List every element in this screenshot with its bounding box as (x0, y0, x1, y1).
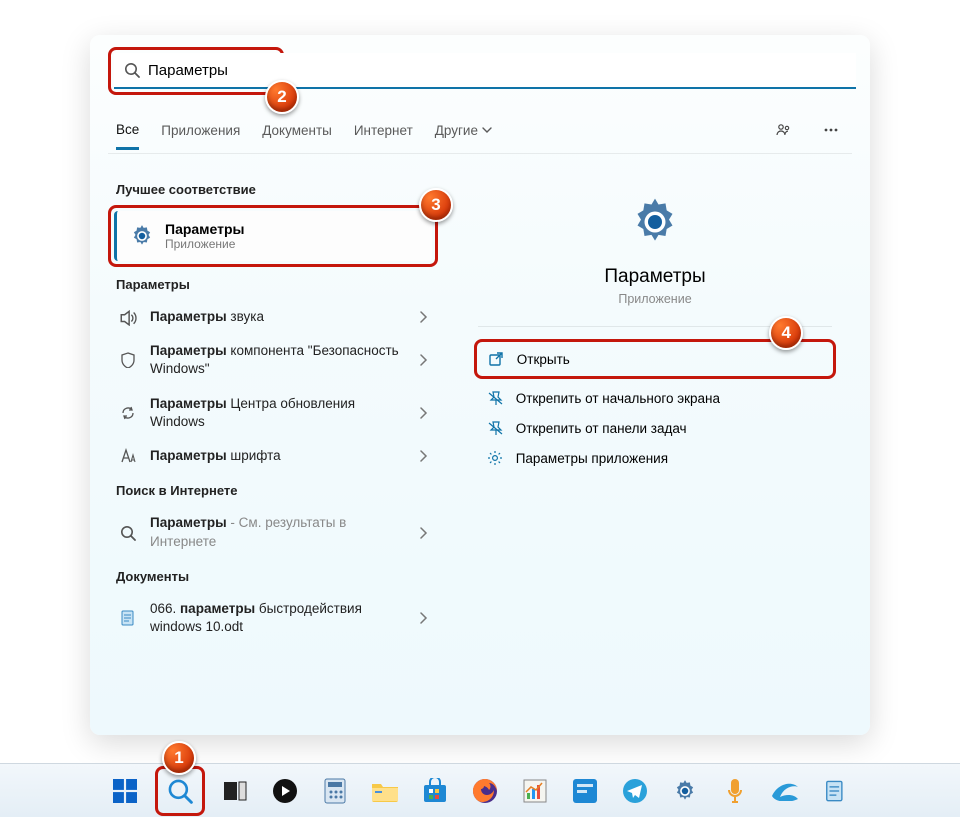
filter-tabs: Все Приложения Документы Интернет Другие (108, 103, 852, 154)
chevron-right-icon (420, 612, 428, 624)
taskbar-explorer[interactable] (365, 771, 405, 811)
shield-icon (118, 352, 138, 368)
search-icon (124, 62, 140, 78)
more-icon[interactable] (818, 117, 844, 143)
settings-section-label: Параметры (116, 277, 438, 292)
taskbar-start[interactable] (105, 771, 145, 811)
step-badge-2: 2 (265, 80, 299, 114)
best-match-label: Лучшее соответствие (116, 182, 438, 197)
documents-section-label: Документы (116, 569, 438, 584)
unpin-icon (486, 390, 504, 406)
best-match-item[interactable]: Параметры Приложение (114, 211, 432, 261)
result-font-settings[interactable]: Параметры шрифта (108, 439, 438, 473)
chevron-right-icon (420, 311, 428, 323)
result-security-settings[interactable]: Параметры компонента "Безопасность Windo… (108, 334, 438, 386)
taskbar-app-chart[interactable] (515, 771, 555, 811)
unpin-icon (486, 420, 504, 436)
taskbar-media[interactable] (265, 771, 305, 811)
search-box[interactable] (114, 53, 856, 89)
chevron-right-icon (420, 407, 428, 419)
open-action-highlight: Открыть 4 (474, 339, 836, 379)
action-open[interactable]: Открыть (479, 344, 796, 374)
chevron-right-icon (420, 527, 428, 539)
action-app-settings[interactable]: Параметры приложения (478, 443, 833, 473)
details-subtitle: Приложение (618, 292, 691, 306)
tab-apps[interactable]: Приложения (161, 123, 240, 138)
search-box-highlight: 2 (108, 47, 284, 95)
taskbar-settings[interactable] (665, 771, 705, 811)
taskbar-app-doc[interactable] (815, 771, 855, 811)
step-badge-4: 4 (769, 316, 803, 350)
taskbar-firefox[interactable] (465, 771, 505, 811)
details-pane: Параметры Приложение Открыть 4 Открепить… (458, 172, 852, 644)
app-gear-icon (627, 194, 683, 250)
action-unpin-start[interactable]: Открепить от начального экрана (478, 383, 833, 413)
tab-internet[interactable]: Интернет (354, 123, 413, 138)
best-match-title: Параметры (165, 221, 245, 237)
taskbar-calculator[interactable] (315, 771, 355, 811)
result-sound-settings[interactable]: Параметры звука (108, 300, 438, 334)
font-icon (118, 448, 138, 464)
gear-icon (129, 223, 155, 249)
taskbar-app-blue[interactable] (565, 771, 605, 811)
document-icon (118, 610, 138, 626)
taskbar-app-swoosh[interactable] (765, 771, 805, 811)
tab-documents[interactable]: Документы (262, 123, 332, 138)
results-left: Лучшее соответствие Параметры Приложение… (108, 172, 438, 644)
taskbar-store[interactable] (415, 771, 455, 811)
action-unpin-taskbar[interactable]: Открепить от панели задач (478, 413, 833, 443)
taskbar-taskview[interactable] (215, 771, 255, 811)
step-badge-1: 1 (162, 741, 196, 775)
step-badge-3: 3 (419, 188, 453, 222)
tab-all[interactable]: Все (116, 122, 139, 150)
result-web-search[interactable]: Параметры - См. результаты в Интернете (108, 506, 438, 558)
chevron-right-icon (420, 354, 428, 366)
best-match-sub: Приложение (165, 237, 245, 251)
taskbar-search-highlight: 1 (155, 766, 205, 816)
gear-icon (486, 450, 504, 466)
taskbar-search[interactable] (160, 771, 200, 811)
details-title: Параметры (604, 266, 705, 288)
search-panel: 2 Все Приложения Документы Интернет Друг… (90, 35, 870, 735)
open-icon (487, 351, 505, 367)
result-update-settings[interactable]: Параметры Центра обновления Windows (108, 387, 438, 439)
sync-icon (118, 405, 138, 421)
result-document[interactable]: 066. параметры быстродействия windows 10… (108, 592, 438, 644)
taskbar-app-mic[interactable] (715, 771, 755, 811)
chevron-right-icon (420, 450, 428, 462)
taskbar-telegram[interactable] (615, 771, 655, 811)
best-match-highlight: Параметры Приложение 3 (108, 205, 438, 267)
web-section-label: Поиск в Интернете (116, 483, 438, 498)
speaker-icon (118, 308, 138, 326)
taskbar: 1 (0, 763, 960, 817)
tab-more[interactable]: Другие (435, 123, 492, 138)
people-icon[interactable] (770, 117, 796, 143)
search-input[interactable] (148, 62, 846, 79)
search-icon (118, 525, 138, 541)
